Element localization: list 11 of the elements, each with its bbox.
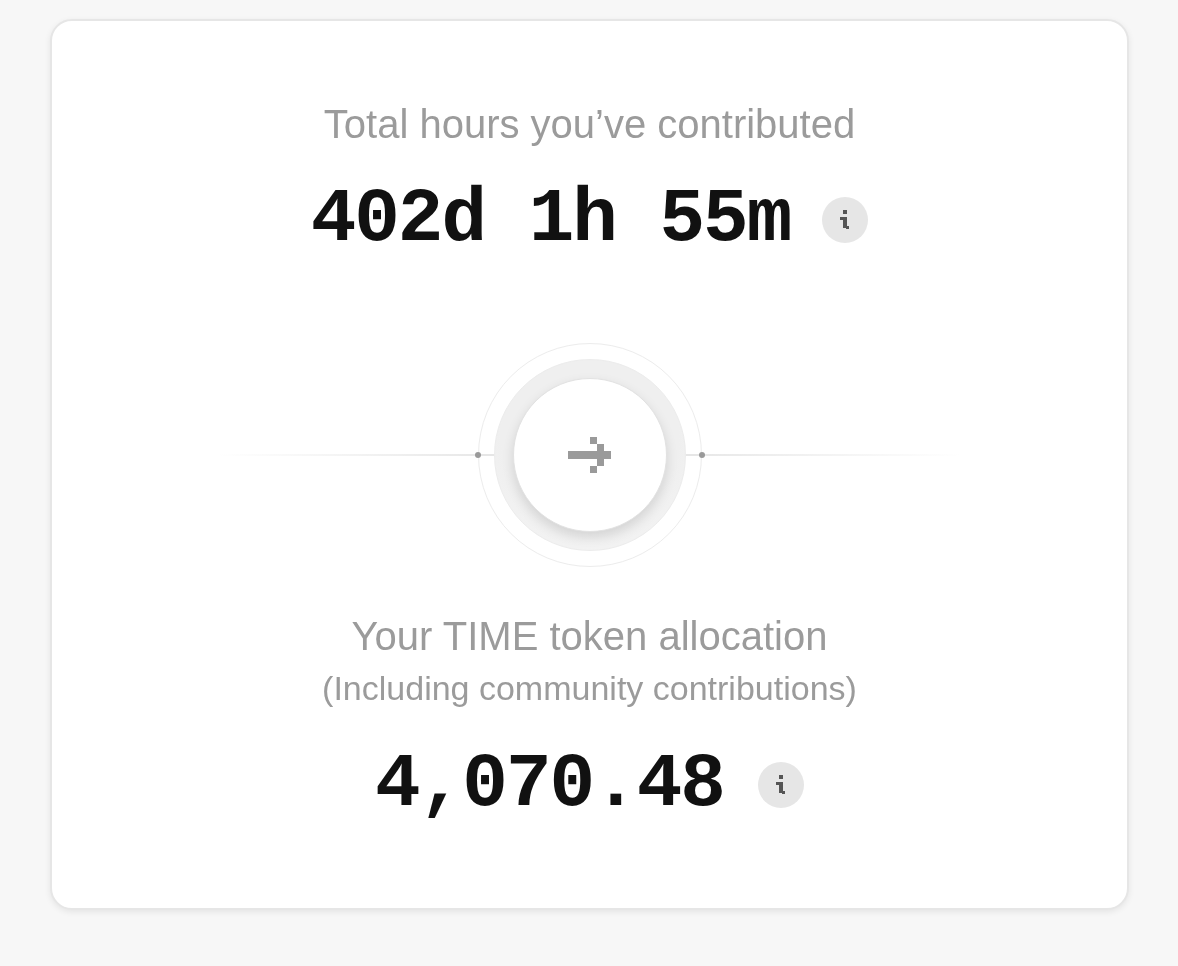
hours-label: Total hours you’ve contributed — [323, 101, 856, 148]
info-icon[interactable] — [757, 762, 804, 808]
dot-icon — [474, 452, 481, 458]
allocation-label: Your TIME token allocation — [351, 613, 828, 660]
allocation-note: (Including community contributions) — [322, 668, 857, 708]
arrow-icon — [568, 437, 611, 473]
dot-icon — [698, 452, 705, 458]
allocation-value: 4,070.48 — [375, 749, 724, 821]
info-icon[interactable] — [822, 197, 869, 243]
hours-value: 402d 1h 55m — [310, 184, 791, 256]
arrow-button[interactable] — [512, 378, 667, 532]
